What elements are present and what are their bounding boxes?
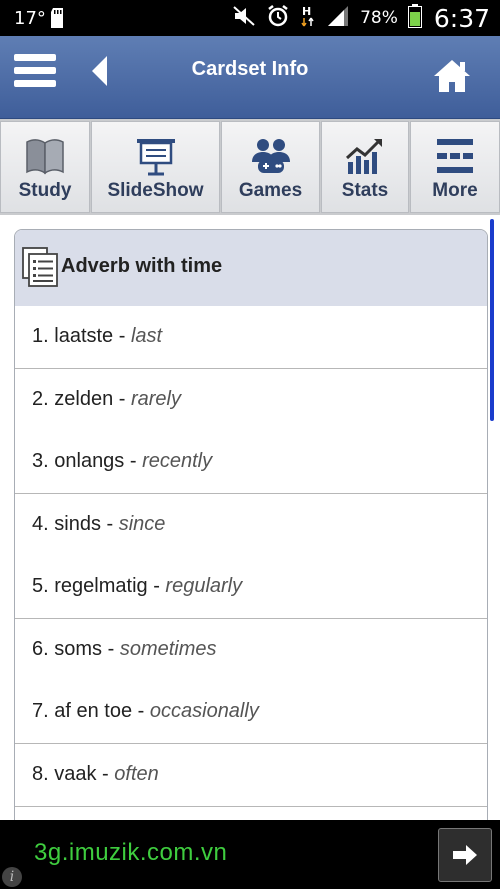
list-item[interactable]: 7. af en toe - occasionally xyxy=(15,681,487,744)
english-translation: sometimes xyxy=(119,637,217,660)
more-label: More xyxy=(432,180,478,201)
dutch-word: laatste xyxy=(54,325,114,347)
battery-icon xyxy=(407,3,422,33)
scrollbar[interactable] xyxy=(490,219,494,421)
separator: - xyxy=(102,637,120,660)
status-bar: 17° H 78% 6:37 xyxy=(0,0,500,36)
list-item-text: 8. vaak - often xyxy=(32,763,159,786)
arrow-right-icon[interactable] xyxy=(438,828,492,882)
signal-icon xyxy=(326,5,350,32)
list-item-text: 1. laatste - last xyxy=(32,325,162,348)
separator: - xyxy=(113,325,131,347)
cardset-header: Adverb with time xyxy=(15,230,487,307)
item-number: 5. xyxy=(32,575,49,597)
item-number: 6. xyxy=(32,637,49,660)
games-label: Games xyxy=(238,180,303,201)
list-item[interactable]: 4. sinds - since xyxy=(15,493,487,557)
item-number: 4. xyxy=(32,512,49,535)
ad-banner[interactable]: i 3g.imuzik.com.vn xyxy=(0,820,500,889)
list-item-text: 6. soms - sometimes xyxy=(32,638,217,661)
dutch-word: onlangs xyxy=(54,450,125,472)
list-item-text: 4. sinds - since xyxy=(32,513,165,536)
ad-text[interactable]: 3g.imuzik.com.vn xyxy=(34,839,227,867)
more-icon xyxy=(411,136,499,176)
dutch-word: regelmatig xyxy=(54,575,148,597)
games-icon xyxy=(222,136,319,176)
temperature-text: 17° xyxy=(14,8,46,29)
separator: - xyxy=(113,387,131,410)
page-title: Cardset Info xyxy=(191,58,309,80)
list-item-text: 5. regelmatig - regularly xyxy=(32,575,242,598)
separator: - xyxy=(147,575,166,597)
list-item-text: 7. af en toe - occasionally xyxy=(32,700,259,723)
english-translation: often xyxy=(114,762,159,785)
list-item[interactable]: 3. onlangs - recently xyxy=(15,431,487,494)
list-item[interactable]: 2. zelden - rarely xyxy=(15,368,487,432)
separator: - xyxy=(100,512,119,535)
item-number: 3. xyxy=(32,450,49,472)
stats-button[interactable]: Stats xyxy=(321,121,409,213)
network-h-icon: H xyxy=(300,4,316,33)
book-icon xyxy=(1,136,89,176)
english-translation: recently xyxy=(142,450,213,472)
toolbar: Study SlideShow Games Stats More xyxy=(0,119,500,215)
list-item[interactable]: 6. soms - sometimes xyxy=(15,618,487,682)
presentation-icon xyxy=(92,136,219,176)
home-icon[interactable] xyxy=(432,56,472,96)
alarm-icon xyxy=(266,4,290,33)
document-list-icon xyxy=(21,246,61,293)
battery-percent: 78% xyxy=(360,8,398,28)
sd-card-icon xyxy=(50,7,64,34)
list-item[interactable]: 1. laatste - last xyxy=(15,306,487,369)
english-translation: last xyxy=(130,325,163,347)
cardset-content[interactable]: Adverb with time 1. laatste - last 2. zel… xyxy=(0,215,500,831)
dutch-word: sinds xyxy=(54,512,101,535)
slideshow-button[interactable]: SlideShow xyxy=(91,121,220,213)
svg-text:H: H xyxy=(302,5,311,18)
item-number: 2. xyxy=(32,387,49,410)
separator: - xyxy=(132,700,150,722)
english-translation: rarely xyxy=(130,387,181,410)
list-item[interactable]: 5. regelmatig - regularly xyxy=(15,556,487,619)
more-button[interactable]: More xyxy=(410,121,500,213)
dutch-word: af en toe xyxy=(54,700,133,722)
info-icon[interactable]: i xyxy=(2,867,22,887)
item-number: 7. xyxy=(32,700,49,722)
item-number: 1. xyxy=(32,325,49,347)
games-button[interactable]: Games xyxy=(221,121,320,213)
separator: - xyxy=(96,762,115,785)
item-number: 8. xyxy=(32,762,49,785)
study-label: Study xyxy=(18,180,72,201)
app-bar: Cardset Info xyxy=(0,36,500,119)
list-item-text: 3. onlangs - recently xyxy=(32,450,212,473)
english-translation: since xyxy=(118,512,166,535)
cardset-list: Adverb with time 1. laatste - last 2. zel… xyxy=(14,229,488,831)
dutch-word: vaak xyxy=(54,762,97,785)
separator: - xyxy=(124,450,143,472)
stats-label: Stats xyxy=(341,180,389,201)
study-button[interactable]: Study xyxy=(0,121,90,213)
clock-text: 6:37 xyxy=(433,3,490,33)
dutch-word: soms xyxy=(54,637,103,660)
list-item[interactable]: 8. vaak - often xyxy=(15,743,487,807)
slideshow-label: SlideShow xyxy=(107,180,204,201)
english-translation: occasionally xyxy=(149,700,259,722)
english-translation: regularly xyxy=(165,575,243,597)
list-item-text: 2. zelden - rarely xyxy=(32,388,181,411)
cardset-title: Adverb with time xyxy=(61,255,223,277)
mute-icon xyxy=(232,5,256,32)
dutch-word: zelden xyxy=(54,387,114,410)
chart-icon xyxy=(322,136,408,176)
